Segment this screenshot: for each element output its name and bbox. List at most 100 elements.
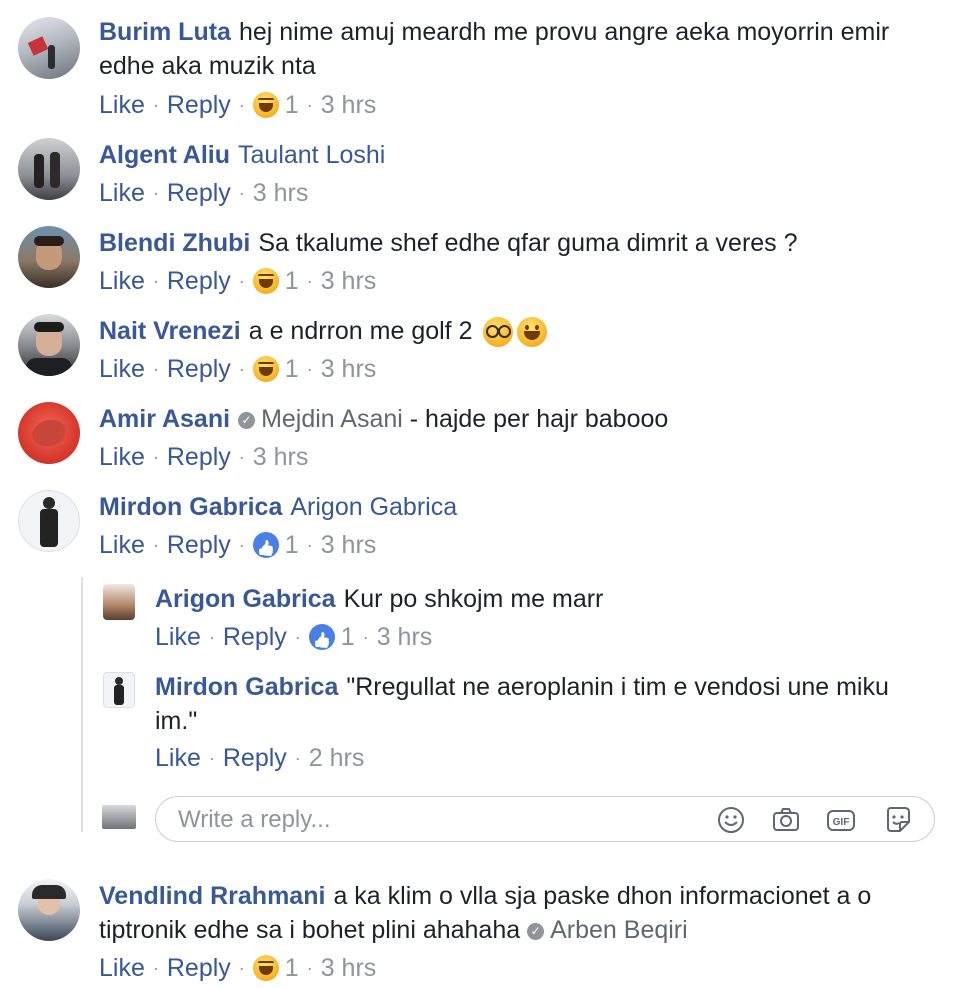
timestamp[interactable]: 3 hrs	[321, 530, 377, 560]
haha-reaction-icon[interactable]	[252, 268, 279, 294]
timestamp[interactable]: 3 hrs	[321, 266, 377, 296]
timestamp[interactable]: 3 hrs	[321, 953, 377, 983]
comment-text: Kur po shkojm me marr	[343, 585, 604, 613]
comment-author[interactable]: Mirdon Gabrica	[99, 493, 282, 521]
timestamp[interactable]: 3 hrs	[253, 178, 309, 208]
comment-author[interactable]: Nait Vrenezi	[99, 317, 241, 345]
separator: ·	[152, 271, 159, 291]
comment-author[interactable]: Vendlind Rrahmani	[99, 882, 325, 910]
gif-label: GIF	[833, 817, 850, 828]
separator: ·	[238, 958, 245, 978]
avatar[interactable]	[103, 672, 135, 708]
separator: ·	[306, 535, 313, 555]
reaction-count[interactable]: 1	[341, 622, 355, 652]
like-button[interactable]: Like	[99, 90, 145, 120]
separator: ·	[306, 95, 313, 115]
reply-composer: GIF	[155, 796, 935, 842]
avatar[interactable]	[18, 402, 80, 464]
separator: ·	[238, 95, 245, 115]
haha-reaction-icon[interactable]	[252, 356, 279, 382]
like-button[interactable]: Like	[155, 743, 201, 773]
verified-check-icon: ✓	[527, 922, 545, 940]
comment-actions: Like · Reply · 1 · 3 hrs	[99, 354, 376, 384]
comment-actions: Like · Reply · 1 · 3 hrs	[99, 530, 376, 560]
timestamp[interactable]: 2 hrs	[309, 743, 365, 773]
mentioned-user[interactable]: Arben Beqiri	[550, 916, 688, 944]
reply-button[interactable]: Reply	[223, 622, 287, 652]
separator: ·	[208, 748, 215, 768]
comment-author[interactable]: Blendi Zhubi	[99, 229, 250, 257]
like-button[interactable]: Like	[99, 354, 145, 384]
comment-actions: Like · Reply · 3 hrs	[99, 178, 308, 208]
comment-actions: Like · Reply · 1 · 3 hrs	[99, 90, 376, 120]
reply-button[interactable]: Reply	[167, 178, 231, 208]
tagged-user[interactable]: Arigon Gabrica	[290, 493, 457, 521]
nerd-face-emoji	[483, 317, 514, 348]
avatar[interactable]	[18, 138, 80, 200]
separator: ·	[238, 359, 245, 379]
comment-actions: Like · Reply · 3 hrs	[99, 442, 308, 472]
reaction-count[interactable]: 1	[285, 90, 299, 120]
comment-text: a e ndrron me golf 2	[248, 317, 473, 345]
comment-author[interactable]: Amir Asani	[99, 405, 230, 433]
timestamp[interactable]: 3 hrs	[321, 354, 377, 384]
comment-actions: Like · Reply · 1 · 3 hrs	[155, 622, 432, 652]
separator: ·	[152, 95, 159, 115]
avatar[interactable]	[18, 314, 80, 376]
comment-text: - hajde per hajr babooo	[409, 405, 669, 433]
avatar[interactable]	[18, 226, 80, 288]
tagged-user[interactable]: Taulant Loshi	[238, 141, 385, 169]
like-button[interactable]: Like	[99, 953, 145, 983]
separator: ·	[294, 627, 301, 647]
like-button[interactable]: Like	[99, 530, 145, 560]
avatar[interactable]	[103, 584, 135, 620]
timestamp[interactable]: 3 hrs	[321, 90, 377, 120]
avatar[interactable]	[18, 879, 80, 941]
like-reaction-icon[interactable]	[308, 624, 335, 650]
camera-icon[interactable]	[771, 805, 801, 835]
haha-reaction-icon[interactable]	[252, 92, 279, 118]
current-user-avatar	[102, 805, 136, 829]
smiling-face-emoji	[517, 317, 548, 348]
avatar[interactable]	[18, 17, 80, 79]
reply-button[interactable]: Reply	[223, 743, 287, 773]
mentioned-user[interactable]: Mejdin Asani	[261, 405, 403, 433]
reply-button[interactable]: Reply	[167, 354, 231, 384]
separator: ·	[152, 183, 159, 203]
reply-button[interactable]: Reply	[167, 530, 231, 560]
separator: ·	[152, 359, 159, 379]
separator: ·	[294, 748, 301, 768]
comment-author[interactable]: Mirdon Gabrica	[155, 673, 338, 701]
comment-author[interactable]: Arigon Gabrica	[155, 585, 336, 613]
reaction-count[interactable]: 1	[285, 266, 299, 296]
emoji-icon[interactable]	[716, 805, 746, 835]
sticker-icon[interactable]	[883, 805, 913, 835]
like-button[interactable]: Like	[99, 178, 145, 208]
reply-button[interactable]: Reply	[167, 90, 231, 120]
comment-author[interactable]: Burim Luta	[99, 18, 231, 46]
separator: ·	[238, 447, 245, 467]
gif-icon[interactable]: GIF	[826, 805, 856, 835]
separator: ·	[362, 627, 369, 647]
like-button[interactable]: Like	[99, 266, 145, 296]
avatar[interactable]	[18, 490, 80, 552]
reply-button[interactable]: Reply	[167, 953, 231, 983]
like-button[interactable]: Like	[99, 442, 145, 472]
separator: ·	[238, 183, 245, 203]
reaction-count[interactable]: 1	[285, 530, 299, 560]
haha-reaction-icon[interactable]	[252, 955, 279, 981]
reply-button[interactable]: Reply	[167, 266, 231, 296]
timestamp[interactable]: 3 hrs	[253, 442, 309, 472]
like-button[interactable]: Like	[155, 622, 201, 652]
verified-check-icon: ✓	[238, 411, 256, 429]
reply-button[interactable]: Reply	[167, 442, 231, 472]
reply-thread-line	[81, 577, 83, 832]
reply-input[interactable]	[178, 805, 678, 835]
reaction-count[interactable]: 1	[285, 953, 299, 983]
timestamp[interactable]: 3 hrs	[377, 622, 433, 652]
like-reaction-icon[interactable]	[252, 532, 279, 558]
comment-author[interactable]: Algent Aliu	[99, 141, 230, 169]
separator: ·	[152, 535, 159, 555]
reaction-count[interactable]: 1	[285, 354, 299, 384]
separator: ·	[208, 627, 215, 647]
